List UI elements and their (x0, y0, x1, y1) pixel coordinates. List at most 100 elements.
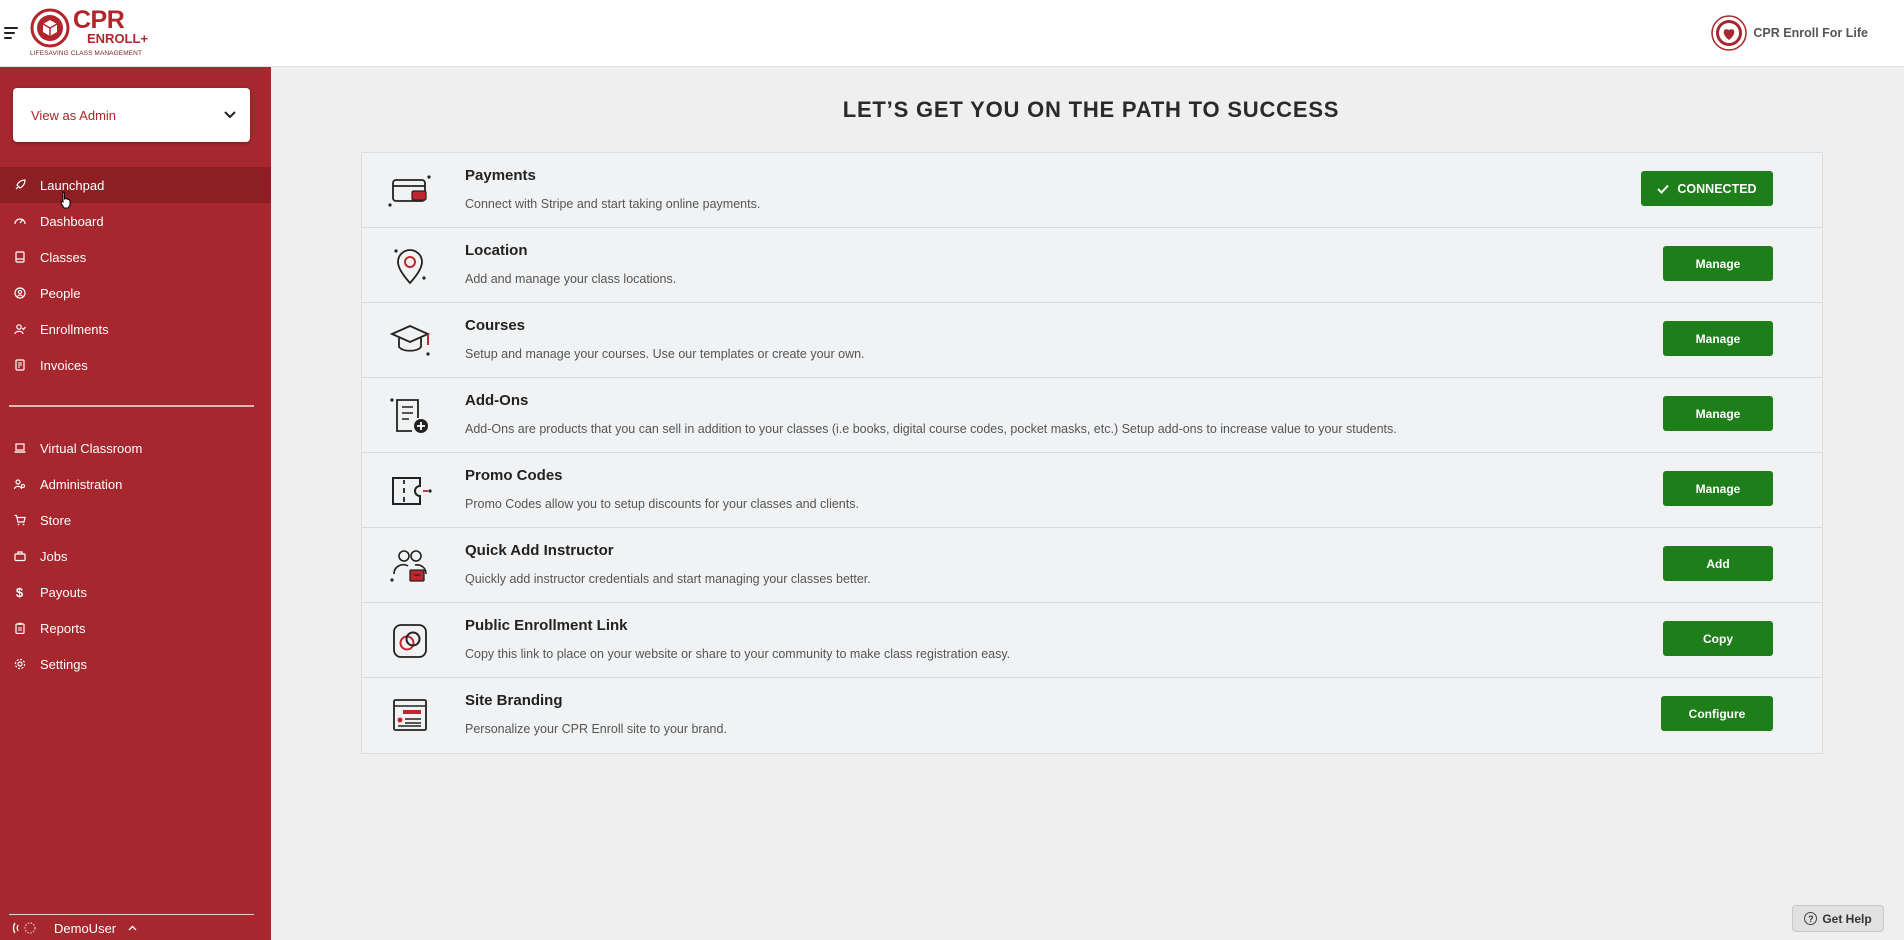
gauge-icon (13, 215, 26, 228)
manage-courses-button[interactable]: Manage (1663, 321, 1773, 356)
logo-tagline: LIFESAVING CLASS MANAGEMENT (30, 50, 143, 57)
main-content: LET’S GET YOU ON THE PATH TO SUCCESS Pay… (271, 67, 1904, 940)
sidebar-item-launchpad[interactable]: Launchpad (0, 167, 271, 203)
card-title: Site Branding (465, 692, 563, 709)
sidebar-item-label: Launchpad (40, 177, 105, 193)
card-description: Copy this link to place on your website … (465, 647, 1011, 661)
rocket-icon (13, 179, 26, 192)
sidebar-item-label: People (40, 285, 81, 301)
sidebar-bottom-divider (9, 914, 254, 915)
card-description: Add and manage your class locations. (465, 272, 677, 286)
logo-heart-icon (30, 8, 70, 48)
sidebar-item-invoices[interactable]: Invoices (0, 347, 271, 383)
check-icon (1657, 184, 1670, 194)
sidebar-item-enrollments[interactable]: Enrollments (0, 311, 271, 347)
sidebar-item-label: Settings (40, 656, 87, 672)
manage-locations-button[interactable]: Manage (1663, 246, 1773, 281)
sidebar-item-label: Dashboard (40, 213, 104, 229)
addon-list-icon (390, 398, 428, 433)
card-location: Location Add and manage your class locat… (362, 228, 1822, 303)
sidebar-item-label: Jobs (40, 548, 68, 564)
cart-icon (13, 514, 26, 527)
user-menu[interactable]: DemoUser (0, 914, 271, 940)
link-icon (393, 624, 427, 658)
person-circle-icon (13, 287, 26, 300)
card-add-ons: Add-Ons Add-Ons are products that you ca… (362, 378, 1822, 453)
briefcase-icon (13, 550, 26, 563)
user-check-icon (13, 323, 26, 336)
hamburger-menu-icon[interactable] (4, 27, 18, 39)
get-help-label: Get Help (1822, 911, 1872, 926)
mouse-cursor-icon (60, 191, 71, 209)
sidebar-item-label: Store (40, 512, 72, 528)
sidebar-item-label: Administration (40, 476, 123, 492)
sidebar-item-people[interactable]: People (0, 275, 271, 311)
location-pin-icon (394, 249, 426, 285)
org-badge-icon (1711, 15, 1748, 51)
browser-window-icon (393, 699, 427, 731)
sidebar-divider (9, 405, 254, 407)
sidebar-item-dashboard[interactable]: Dashboard (0, 203, 271, 239)
sidebar-item-label: Invoices (40, 357, 88, 373)
add-instructor-button[interactable]: Add (1663, 546, 1773, 581)
top-bar: CPR ENROLL+ LIFESAVING CLASS MANAGEMENT … (0, 0, 1904, 67)
manage-promo-codes-button[interactable]: Manage (1663, 471, 1773, 506)
sidebar-item-settings[interactable]: Settings (0, 646, 271, 682)
org-profile[interactable]: CPR Enroll For Life (1711, 15, 1868, 51)
card-description: Personalize your CPR Enroll site to your… (465, 722, 727, 736)
copy-link-button[interactable]: Copy (1663, 621, 1773, 656)
logo-enroll-text: ENROLL+ (87, 31, 149, 46)
credit-card-icon (388, 175, 431, 207)
cpr-enroll-logo[interactable]: CPR ENROLL+ LIFESAVING CLASS MANAGEMENT (30, 8, 148, 60)
sidebar-item-jobs[interactable]: Jobs (0, 538, 271, 574)
admin-users-icon (13, 478, 26, 491)
card-description: Setup and manage your courses. Use our t… (465, 347, 865, 361)
sidebar-item-label: Classes (40, 249, 87, 265)
card-description: Promo Codes allow you to setup discounts… (465, 497, 859, 511)
card-title: Add-Ons (465, 392, 529, 409)
launchpad-card-list: Payments Connect with Stripe and start t… (361, 152, 1823, 754)
get-help-button[interactable]: ? Get Help (1792, 905, 1884, 932)
sidebar-item-label: Reports (40, 620, 86, 636)
sidebar-item-label: Payouts (40, 584, 87, 600)
username: DemoUser (54, 920, 117, 936)
connected-button-label: CONNECTED (1677, 181, 1757, 196)
sidebar-item-label: Enrollments (40, 321, 109, 337)
sidebar-item-reports[interactable]: Reports (0, 610, 271, 646)
sidebar-item-store[interactable]: Store (0, 502, 271, 538)
book-icon (13, 251, 26, 264)
card-title: Public Enrollment Link (465, 617, 628, 634)
sidebar-item-classes[interactable]: Classes (0, 239, 271, 275)
invoice-icon (13, 359, 26, 372)
primary-nav: Launchpad Dashboard Classes People Enrol… (0, 167, 271, 383)
secondary-nav: Virtual Classroom Administration Store J… (0, 430, 271, 682)
question-icon: ? (1804, 912, 1818, 925)
sidebar-item-payouts[interactable]: $ Payouts (0, 574, 271, 610)
card-description: Connect with Stripe and start taking onl… (465, 197, 761, 211)
card-title: Location (465, 242, 528, 259)
laptop-icon (13, 442, 26, 455)
configure-branding-button[interactable]: Configure (1661, 696, 1773, 731)
org-name: CPR Enroll For Life (1753, 26, 1868, 40)
clipboard-icon (13, 622, 26, 635)
card-title: Quick Add Instructor (465, 542, 614, 559)
chevron-up-icon (128, 925, 137, 931)
sidebar-item-virtual-classroom[interactable]: Virtual Classroom (0, 430, 271, 466)
dollar-icon: $ (15, 584, 24, 600)
view-as-select-value: View as Admin (31, 107, 117, 123)
card-description: Quickly add instructor credentials and s… (465, 572, 871, 586)
card-title: Courses (465, 317, 526, 334)
connected-button[interactable]: CONNECTED (1641, 171, 1773, 206)
card-public-enrollment-link: Public Enrollment Link Copy this link to… (362, 603, 1822, 678)
sidebar-item-label: Virtual Classroom (40, 440, 143, 456)
ticket-icon (392, 477, 432, 505)
sidebar-item-administration[interactable]: Administration (0, 466, 271, 502)
chevron-down-icon (224, 111, 236, 119)
sidebar: View as Admin Launchpad Dashboard Classe… (0, 67, 271, 940)
graduation-cap-icon (389, 325, 431, 356)
manage-add-ons-button[interactable]: Manage (1663, 396, 1773, 431)
card-payments: Payments Connect with Stripe and start t… (362, 153, 1822, 228)
card-site-branding: Site Branding Personalize your CPR Enrol… (362, 678, 1822, 753)
view-as-select[interactable]: View as Admin (13, 88, 250, 142)
card-courses: Courses Setup and manage your courses. U… (362, 303, 1822, 378)
